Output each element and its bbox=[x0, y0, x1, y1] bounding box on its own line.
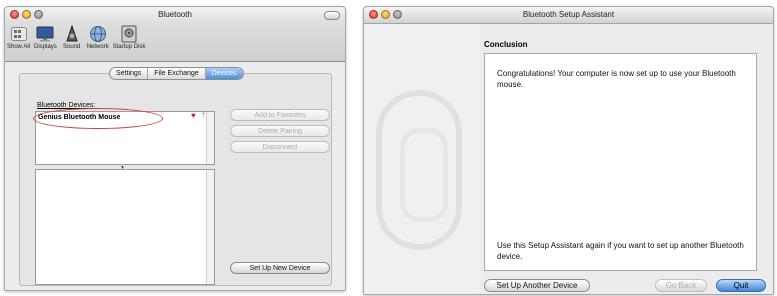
conclusion-panel: Congratulations! Your computer is now se… bbox=[484, 53, 757, 271]
toolbar-label: Displays bbox=[34, 44, 57, 50]
bluetooth-preferences-window: Bluetooth Show All Displays Sound Networ… bbox=[4, 6, 346, 291]
device-row[interactable]: Genius Bluetooth Mouse bbox=[38, 114, 120, 121]
title-bar: Bluetooth Setup Assistant bbox=[364, 7, 773, 24]
add-to-favorites-button[interactable]: Add to Favorites bbox=[230, 109, 330, 121]
devices-list-label: Bluetooth Devices: bbox=[37, 102, 95, 109]
setup-assistant-window: Bluetooth Setup Assistant Conclusion Con… bbox=[363, 6, 774, 295]
toolbar-toggle-button[interactable] bbox=[324, 11, 340, 20]
toolbar-label: Startup Disk bbox=[112, 44, 146, 50]
display-icon bbox=[36, 25, 54, 43]
toolbar-label: Sound bbox=[63, 44, 81, 50]
congratulations-message: Congratulations! Your computer is now se… bbox=[497, 69, 736, 89]
set-up-new-device-button[interactable]: Set Up New Device bbox=[230, 262, 330, 274]
tab-settings[interactable]: Settings bbox=[110, 68, 149, 79]
toolbar: Show All Displays Sound Network Startup … bbox=[7, 25, 145, 50]
title-bar: Bluetooth Show All Displays Sound Networ… bbox=[5, 7, 345, 62]
pairing-key-icon: † bbox=[201, 111, 206, 120]
toolbar-displays[interactable]: Displays bbox=[34, 25, 57, 50]
disconnect-button[interactable]: Disconnect bbox=[230, 141, 330, 153]
toolbar-network[interactable]: Network bbox=[87, 25, 109, 50]
delete-pairing-button[interactable]: Delete Pairing bbox=[230, 125, 330, 137]
window-title: Bluetooth bbox=[158, 10, 192, 19]
bluetooth-mouse-illustration-icon bbox=[376, 90, 462, 250]
speaker-icon bbox=[63, 25, 81, 43]
list-scrollbar[interactable] bbox=[206, 112, 214, 164]
globe-icon bbox=[89, 25, 107, 43]
toolbar-label: Show All bbox=[7, 44, 31, 50]
footer-message: Use this Setup Assistant again if you wa… bbox=[497, 241, 744, 261]
toolbar-sound[interactable]: Sound bbox=[61, 25, 83, 50]
go-back-button[interactable]: Go Back bbox=[655, 279, 707, 292]
set-up-another-device-button[interactable]: Set Up Another Device bbox=[484, 279, 590, 292]
devices-list-label-text: Bluetooth Devices: bbox=[37, 102, 96, 109]
section-title: Conclusion bbox=[484, 40, 528, 49]
device-services-list[interactable] bbox=[35, 169, 215, 285]
disk-icon bbox=[120, 25, 138, 43]
assistant-sidebar bbox=[364, 24, 479, 294]
list-scrollbar[interactable] bbox=[206, 170, 214, 284]
toolbar-label: Network bbox=[86, 44, 109, 50]
tab-file-exchange[interactable]: File Exchange bbox=[148, 68, 206, 79]
window-title: Bluetooth Setup Assistant bbox=[522, 10, 615, 19]
toolbar-startup-disk[interactable]: Startup Disk bbox=[112, 25, 146, 50]
devices-list[interactable]: Genius Bluetooth Mouse bbox=[35, 111, 215, 165]
show-all-grid-icon bbox=[10, 25, 28, 43]
quit-button[interactable]: Quit bbox=[716, 279, 766, 292]
toolbar-show-all[interactable]: Show All bbox=[7, 25, 30, 50]
favorite-heart-icon: ♥ bbox=[191, 111, 196, 120]
tab-devices[interactable]: Devices bbox=[205, 68, 243, 79]
tab-bar: Settings File Exchange Devices bbox=[109, 67, 244, 80]
